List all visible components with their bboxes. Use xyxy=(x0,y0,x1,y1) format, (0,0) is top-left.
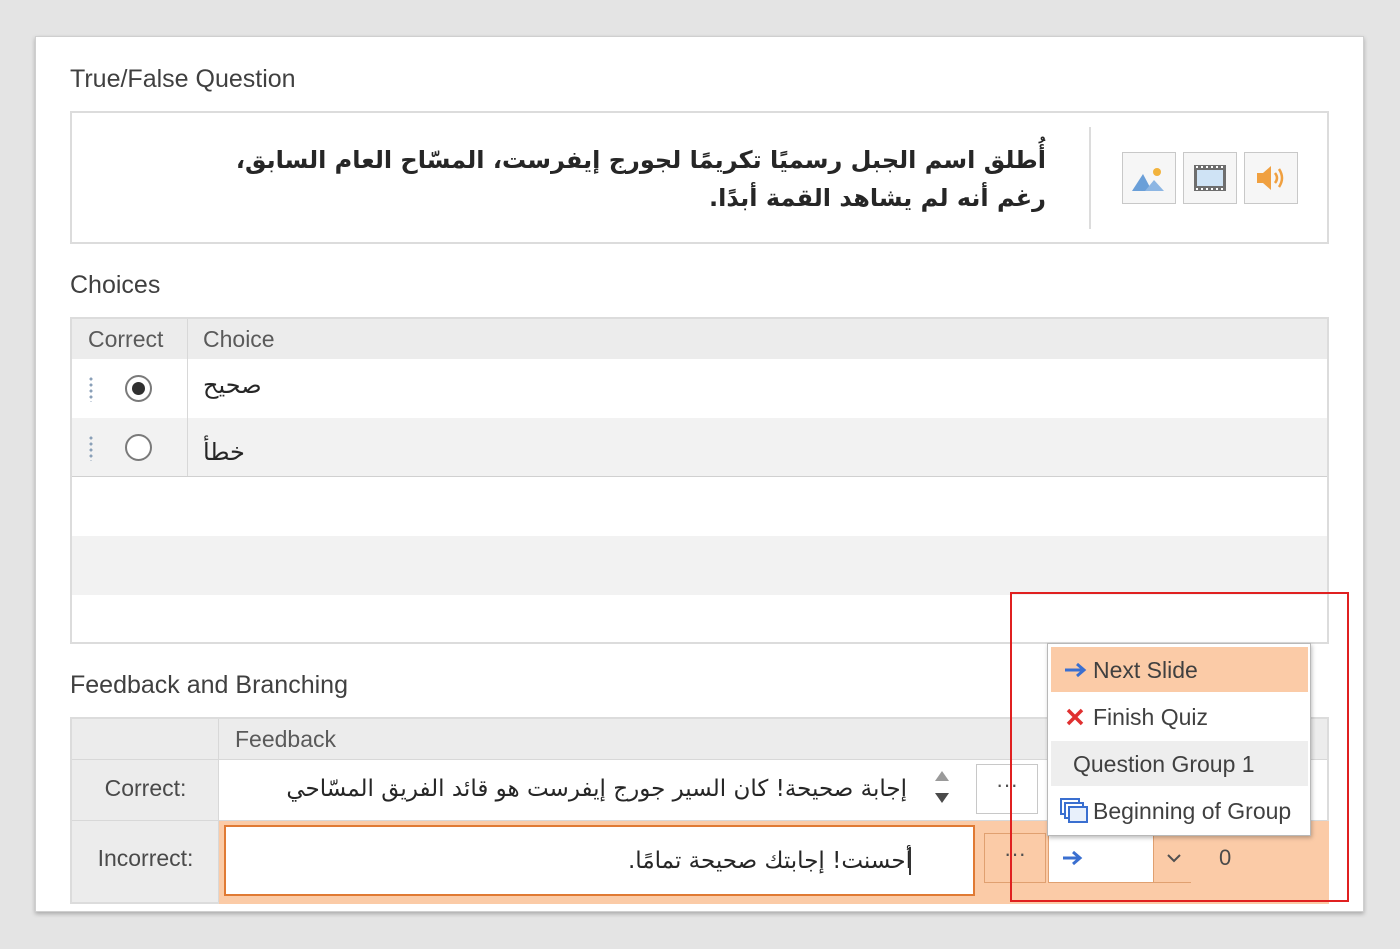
image-icon xyxy=(1132,168,1164,191)
scroll-up-down-icon[interactable] xyxy=(932,765,952,811)
column-header-feedback: Feedback xyxy=(235,726,337,752)
choice-text-2[interactable]: خطأ xyxy=(203,438,245,466)
correct-feedback-text[interactable]: إجابة صحيحة! كان السير جورج إيفرست هو قا… xyxy=(227,776,907,802)
incorrect-label: Incorrect: xyxy=(97,845,194,871)
correct-label: Correct: xyxy=(104,775,187,801)
column-header-choice: Choice xyxy=(203,326,275,352)
feedback-label-column xyxy=(72,719,219,902)
video-icon xyxy=(1194,165,1226,191)
empty-row[interactable] xyxy=(72,536,1327,595)
audio-icon xyxy=(1257,166,1284,190)
drag-handle-icon[interactable] xyxy=(89,376,93,402)
choice-row-2[interactable]: خطأ xyxy=(72,418,1327,477)
text-cursor xyxy=(909,847,911,875)
feedback-scroll-arrows[interactable] xyxy=(932,765,952,811)
question-divider xyxy=(1089,127,1091,229)
insert-video-button[interactable] xyxy=(1183,152,1237,204)
column-header-correct: Correct xyxy=(88,326,164,352)
question-section-title: True/False Question xyxy=(70,65,296,93)
question-text[interactable]: أُطلق اسم الجبل رسميًا تكريمًا لجورج إيف… xyxy=(146,141,1046,217)
feedback-section-title: Feedback and Branching xyxy=(70,671,348,699)
incorrect-feedback-input[interactable]: أحسنت! إجابتك صحيحة تمامًا. xyxy=(224,825,975,896)
choice-text-1[interactable]: صحيح xyxy=(203,371,262,399)
column-divider xyxy=(187,359,188,476)
question-text-line-2: رغم أنه لم يشاهد القمة أبدًا. xyxy=(709,184,1046,212)
incorrect-feedback-text[interactable]: أحسنت! إجابتك صحيحة تمامًا. xyxy=(312,848,912,874)
choices-grid-header: Correct Choice xyxy=(72,319,1327,359)
empty-row[interactable] xyxy=(72,477,1327,536)
question-text-box[interactable]: أُطلق اسم الجبل رسميًا تكريمًا لجورج إيف… xyxy=(70,111,1329,244)
insert-image-button[interactable] xyxy=(1122,152,1176,204)
question-text-line-1: أُطلق اسم الجبل رسميًا تكريمًا لجورج إيف… xyxy=(235,146,1046,174)
correct-radio-2[interactable] xyxy=(125,434,152,461)
annotation-highlight-box xyxy=(1010,592,1349,902)
correct-radio-1[interactable] xyxy=(125,375,152,402)
choice-row-1[interactable]: صحيح xyxy=(72,359,1327,418)
drag-handle-icon[interactable] xyxy=(89,435,93,461)
insert-audio-button[interactable] xyxy=(1244,152,1298,204)
choices-section-title: Choices xyxy=(70,271,161,299)
